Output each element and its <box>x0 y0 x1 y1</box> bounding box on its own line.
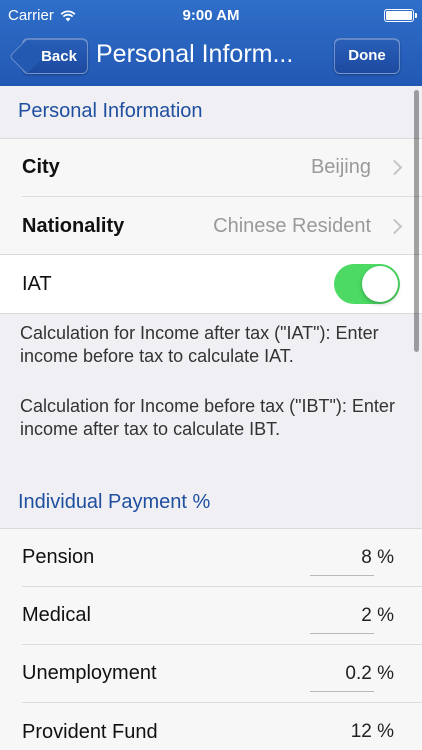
pension-input-underline <box>310 575 374 576</box>
nationality-label: Nationality <box>22 214 125 237</box>
city-row[interactable]: City Beijing <box>22 139 422 197</box>
city-label: City <box>22 156 60 178</box>
unemployment-label: Unemployment <box>22 662 157 684</box>
pension-input[interactable]: 8 % <box>361 547 394 569</box>
medical-label: Medical <box>22 604 91 626</box>
iat-row: IAT <box>0 255 422 313</box>
personal-info-group: City Beijing Nationality Chinese Residen… <box>0 138 422 256</box>
city-value: Beijing <box>310 156 371 178</box>
section-header-personal-info: Personal Information <box>18 100 203 122</box>
navigation-bar: Carrier 9:00 AM Back Personal Inform... … <box>0 0 422 86</box>
provident-fund-label: Provident Fund <box>22 720 158 743</box>
unemployment-input[interactable]: 0.2 % <box>345 663 394 685</box>
nationality-value: Chinese Resident <box>213 214 371 237</box>
section-header-individual-payment: Individual Payment % <box>18 491 211 513</box>
pension-label: Pension <box>22 546 95 568</box>
toggle-knob <box>362 266 398 302</box>
medical-input-underline <box>310 633 374 634</box>
iat-label: IAT <box>22 272 52 295</box>
nationality-row[interactable]: Nationality Chinese Resident <box>22 197 422 255</box>
unemployment-row: Unemployment 0.2 % <box>22 645 422 703</box>
battery-icon <box>384 9 417 22</box>
back-button-label: Back <box>41 47 77 65</box>
pension-row: Pension 8 % <box>22 529 422 587</box>
chevron-right-icon <box>386 218 403 234</box>
done-button[interactable]: Done <box>334 38 400 74</box>
provident-fund-input[interactable]: 12 % <box>351 721 394 743</box>
status-bar: Carrier 9:00 AM <box>0 0 422 30</box>
page-title: Personal Inform... <box>96 40 294 68</box>
unemployment-input-underline <box>310 691 374 692</box>
chevron-right-icon <box>386 159 403 176</box>
iat-group: IAT <box>0 254 422 314</box>
iat-toggle[interactable] <box>334 264 400 304</box>
medical-input[interactable]: 2 % <box>361 605 394 627</box>
ibt-description: Calculation for Income before tax ("IBT"… <box>20 396 395 439</box>
back-button[interactable]: Back <box>22 38 88 74</box>
iat-description: Calculation for Income after tax ("IAT")… <box>20 323 379 366</box>
status-time: 9:00 AM <box>182 7 240 24</box>
scrollbar[interactable] <box>414 90 419 352</box>
payment-group: Pension 8 % Medical 2 % Unemployment 0.2… <box>0 528 422 750</box>
medical-row: Medical 2 % <box>22 587 422 645</box>
provident-fund-row: Provident Fund 12 % <box>22 703 422 750</box>
